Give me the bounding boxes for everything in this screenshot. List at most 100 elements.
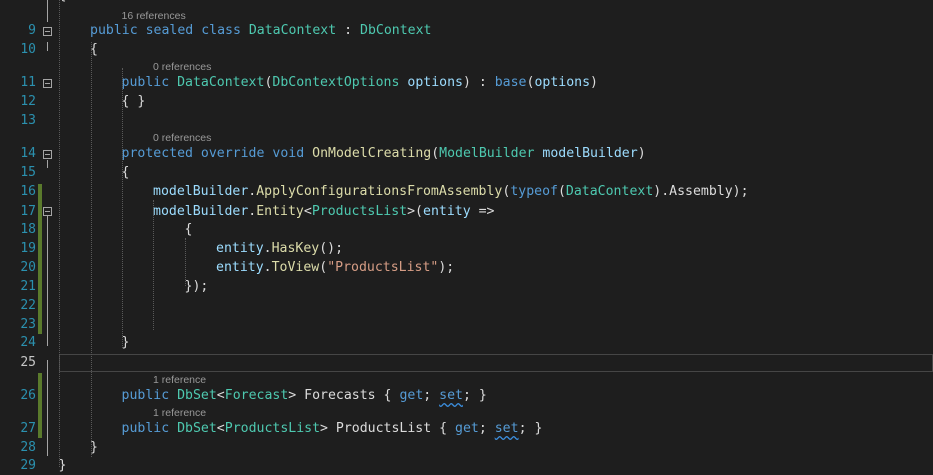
code-token: set xyxy=(494,421,519,436)
line-number: 13 xyxy=(20,113,36,128)
code-token: options xyxy=(407,75,463,90)
code-line[interactable]: entity.HasKey(); xyxy=(216,240,343,258)
line-number: 24 xyxy=(20,335,36,350)
code-token: ; } xyxy=(518,421,543,436)
code-token: ApplyConfigurationsFromAssembly xyxy=(256,184,503,199)
code-token: entity xyxy=(216,260,264,275)
code-editor[interactable]: 8 9 10 11 12 13 14 15 16 17 18 19 20 21 22 23 24 25 26 27 28… xyxy=(0,0,933,473)
code-token: ) xyxy=(637,146,646,161)
fold-guide-line xyxy=(47,42,48,51)
code-token: void xyxy=(272,146,305,161)
code-token: (); xyxy=(319,241,344,256)
codelens-references-link[interactable]: 0 references xyxy=(153,60,211,74)
code-token: protected xyxy=(121,146,193,161)
code-token: Entity xyxy=(256,204,304,219)
code-token: ; xyxy=(478,421,495,436)
collapse-toggle-icon[interactable] xyxy=(43,207,52,216)
code-token: class xyxy=(201,23,241,38)
code-token: => xyxy=(470,204,495,219)
current-line-highlight xyxy=(59,354,933,372)
line-number: 20 xyxy=(20,260,36,275)
code-token: DbContext xyxy=(360,23,432,38)
line-number: 21 xyxy=(20,279,36,294)
code-token: DataContext xyxy=(177,75,265,90)
code-line[interactable]: public DbSet<Forecast> Forecasts { get ; … xyxy=(122,387,487,405)
code-token: override xyxy=(200,146,265,161)
code-line[interactable]: public sealed class DataContext : DbCont… xyxy=(90,22,431,40)
line-number: 9 xyxy=(28,23,36,38)
code-line[interactable]: { xyxy=(185,221,193,239)
code-line[interactable]: { } xyxy=(122,93,146,111)
code-token: < xyxy=(303,204,312,219)
code-token: ProductsList xyxy=(311,204,408,219)
code-token: DataContext xyxy=(565,184,654,199)
code-token: { xyxy=(184,222,193,237)
code-line[interactable]: }); xyxy=(185,278,209,296)
code-token: entity xyxy=(423,204,471,219)
code-token: ) : xyxy=(462,75,495,90)
line-number: 25 xyxy=(20,355,36,370)
collapse-toggle-icon[interactable] xyxy=(43,79,52,88)
codelens-references-link[interactable]: 1 reference xyxy=(153,406,206,420)
codelens-references-link[interactable]: 0 references xyxy=(153,131,211,145)
code-token: ; xyxy=(423,388,440,403)
code-token: : xyxy=(336,23,361,38)
collapse-toggle-icon[interactable] xyxy=(43,150,52,159)
line-number: 26 xyxy=(20,388,36,403)
code-line[interactable]: modelBuilder.Entity<ProductsList>(entity… xyxy=(153,203,494,221)
code-token: ToView xyxy=(271,260,320,275)
code-token: OnModelCreating xyxy=(312,146,432,161)
code-token: DbContextOptions xyxy=(272,75,400,90)
indent-guide xyxy=(153,200,154,330)
code-token: public xyxy=(121,388,170,403)
fold-guide-line xyxy=(47,360,48,456)
line-number: 17 xyxy=(20,204,36,219)
line-number: 15 xyxy=(20,165,36,180)
code-token: public xyxy=(121,75,170,90)
line-number: 29 xyxy=(20,458,36,473)
indent-guide xyxy=(91,42,92,457)
code-token: get xyxy=(455,421,479,436)
fold-guide-line xyxy=(47,216,48,346)
code-token: }); xyxy=(184,279,209,294)
code-token: ) xyxy=(590,75,598,90)
code-token: . xyxy=(263,260,272,275)
code-token: set xyxy=(439,388,463,403)
code-token: ( xyxy=(319,260,328,275)
codelens-references-link[interactable]: 16 references xyxy=(122,9,186,23)
fold-guide-line xyxy=(47,0,48,22)
line-number: 16 xyxy=(20,184,36,199)
indent-guide xyxy=(122,68,123,348)
code-token: ModelBuilder xyxy=(439,146,535,161)
line-number: 27 xyxy=(20,421,36,436)
code-token: { } xyxy=(121,94,146,109)
code-line[interactable]: entity.ToView("ProductsList"); xyxy=(216,259,454,277)
fold-guide-line xyxy=(47,160,48,168)
code-token: ); xyxy=(438,260,455,275)
code-token: public xyxy=(90,23,138,38)
indent-guide xyxy=(59,0,60,467)
code-token: ProductsList xyxy=(224,421,321,436)
indent-guide xyxy=(185,238,186,286)
code-line[interactable]: modelBuilder.ApplyConfigurationsFromAsse… xyxy=(153,183,749,201)
line-number: 11 xyxy=(20,75,36,90)
collapse-toggle-icon[interactable] xyxy=(43,27,52,36)
code-token: > Forecasts { xyxy=(288,388,400,403)
code-line[interactable]: public DbSet<ProductsList> ProductsList … xyxy=(122,420,543,438)
code-line[interactable]: protected override void OnModelCreating(… xyxy=(122,145,646,163)
code-line[interactable]: public DataContext(DbContextOptions opti… xyxy=(122,74,598,92)
codelens-references-link[interactable]: 1 reference xyxy=(153,373,206,387)
change-marker xyxy=(38,184,42,334)
code-token: DataContext xyxy=(248,23,337,38)
code-token: > ProductsList { xyxy=(320,421,456,436)
code-token: modelBuilder xyxy=(542,146,638,161)
code-token: . xyxy=(263,241,272,256)
code-token: ( xyxy=(431,146,440,161)
line-number: 18 xyxy=(20,222,36,237)
code-token: typeof xyxy=(510,184,558,199)
code-token: public xyxy=(121,421,170,436)
code-token: sealed xyxy=(145,23,194,38)
